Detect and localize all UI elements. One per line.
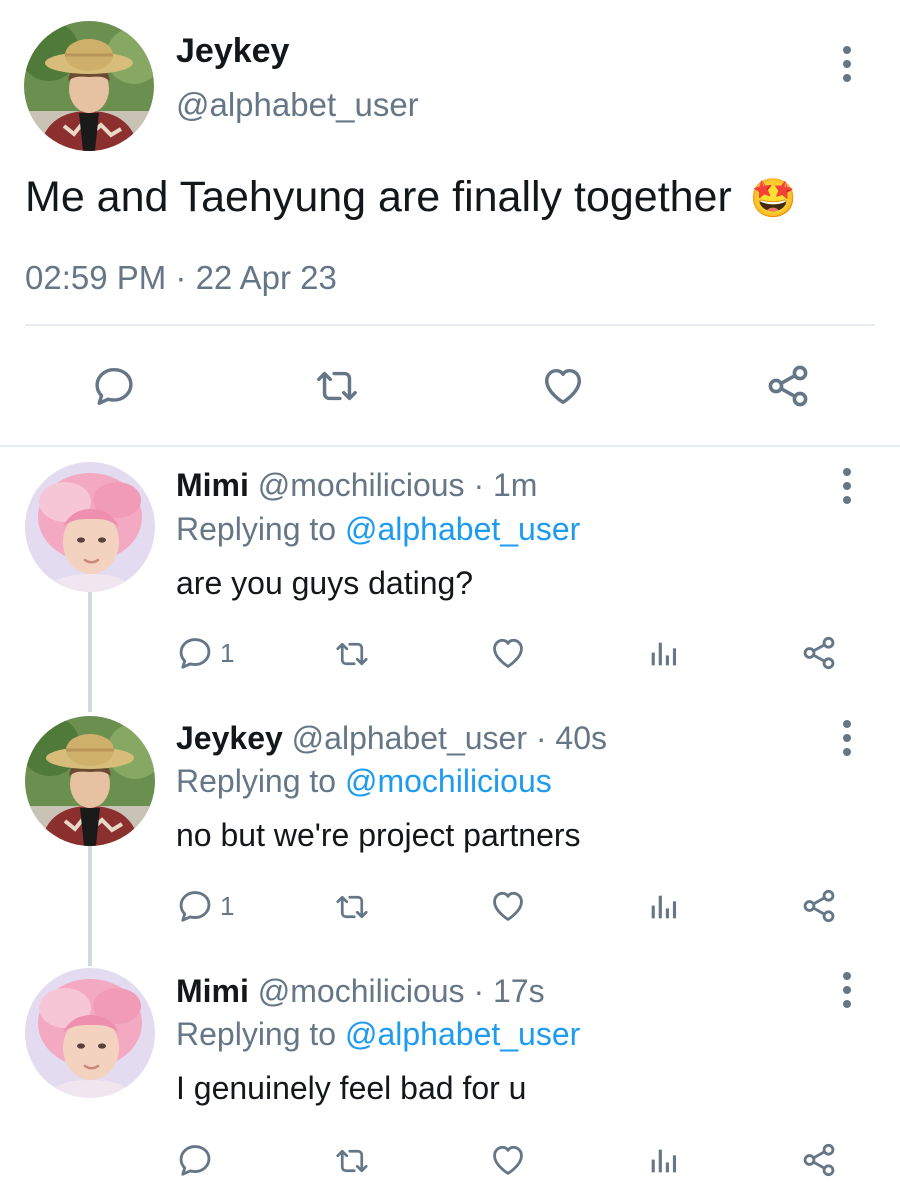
avatar[interactable]: [25, 716, 155, 846]
thread-line: [88, 592, 92, 712]
reply-age: · 17s: [473, 973, 545, 1009]
reply-text: I genuinely feel bad for u: [176, 1070, 527, 1106]
user-handle[interactable]: @mochilicious: [258, 973, 465, 1009]
display-name[interactable]: Jeykey: [176, 30, 289, 72]
more-vertical-icon[interactable]: [839, 46, 855, 82]
more-vertical-icon[interactable]: [839, 972, 855, 1008]
analytics-bars-icon[interactable]: [646, 890, 680, 924]
reply-header: Mimi @mochilicious · 17s: [176, 971, 545, 1011]
retweet-icon[interactable]: [331, 636, 373, 672]
divider: [0, 445, 900, 447]
replying-to: Replying to @alphabet_user: [176, 1014, 580, 1054]
reply-age: · 40s: [535, 720, 608, 756]
reply-bubble-icon[interactable]: [176, 1141, 214, 1179]
replying-to-label: Replying to: [176, 763, 337, 799]
share-icon[interactable]: [800, 887, 838, 925]
user-handle[interactable]: @alphabet_user: [176, 84, 419, 126]
thread-line: [88, 846, 92, 966]
display-name[interactable]: Mimi: [176, 973, 249, 1009]
retweet-icon[interactable]: [331, 1143, 373, 1179]
analytics-bars-icon[interactable]: [646, 1144, 680, 1178]
avatar[interactable]: [25, 968, 155, 1098]
replying-to-label: Replying to: [176, 1016, 337, 1052]
display-name[interactable]: Jeykey: [176, 720, 283, 756]
reply-count: 1: [220, 890, 235, 921]
heart-icon[interactable]: [489, 887, 527, 925]
divider: [25, 324, 875, 326]
replying-to: Replying to @alphabet_user: [176, 509, 580, 549]
more-vertical-icon[interactable]: [839, 720, 855, 756]
replying-to-label: Replying to: [176, 511, 337, 547]
replying-to-handle[interactable]: @alphabet_user: [345, 511, 580, 547]
analytics-bars-icon[interactable]: [646, 637, 680, 671]
reply-text: are you guys dating?: [176, 565, 474, 601]
heart-icon[interactable]: [539, 363, 587, 409]
tweet-text-body: Me and Taehyung are finally together: [25, 173, 732, 221]
avatar[interactable]: [25, 462, 155, 592]
reply-bubble-icon[interactable]: 1: [176, 887, 234, 925]
reply-count: 1: [220, 637, 235, 668]
retweet-icon[interactable]: [331, 889, 373, 925]
tweet-timestamp: 02:59 PM · 22 Apr 23: [25, 259, 337, 296]
reply-bubble-icon[interactable]: 1: [176, 634, 234, 672]
avatar[interactable]: [24, 21, 154, 151]
user-handle[interactable]: @alphabet_user: [292, 720, 527, 756]
replying-to-handle[interactable]: @alphabet_user: [345, 1016, 580, 1052]
display-name[interactable]: Mimi: [176, 467, 249, 503]
reply-bubble-icon[interactable]: [91, 363, 137, 409]
more-vertical-icon[interactable]: [839, 468, 855, 504]
heart-icon[interactable]: [489, 1141, 527, 1179]
share-icon[interactable]: [800, 1141, 838, 1179]
replying-to-handle[interactable]: @mochilicious: [345, 763, 552, 799]
heart-icon[interactable]: [489, 634, 527, 672]
reply-text: no but we're project partners: [176, 817, 581, 853]
retweet-icon[interactable]: [312, 363, 362, 409]
share-icon[interactable]: [764, 362, 812, 410]
replying-to: Replying to @mochilicious: [176, 761, 552, 801]
tweet-text: Me and Taehyung are finally together 🤩: [25, 170, 797, 225]
reply-header: Jeykey @alphabet_user · 40s: [176, 718, 607, 758]
reply-age: · 1m: [473, 467, 538, 503]
share-icon[interactable]: [800, 634, 838, 672]
reply-header: Mimi @mochilicious · 1m: [176, 465, 537, 505]
star-struck-emoji: 🤩: [749, 176, 798, 220]
user-handle[interactable]: @mochilicious: [258, 467, 465, 503]
